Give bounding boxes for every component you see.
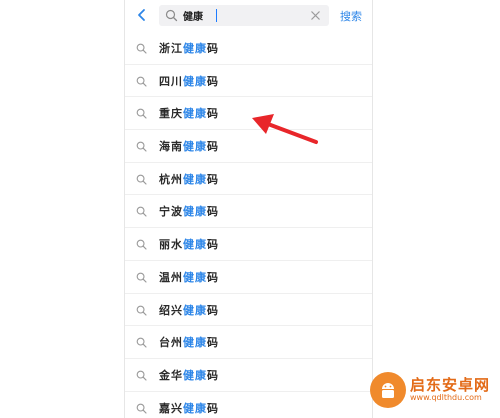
list-item[interactable]: 重庆健康码 [125,97,372,131]
list-item[interactable]: 海南健康码 [125,130,372,163]
search-icon [136,370,147,381]
suggestion-keyword: 健康 [183,336,207,350]
red-arrow-icon [252,114,318,144]
suggestion-keyword: 健康 [183,303,207,317]
suggestion-city: 温州 [159,270,183,284]
suggestion-suffix: 码 [207,42,219,55]
search-icon [136,141,147,152]
watermark-title: 启东安卓网 [410,376,491,395]
suggestion-city: 海南 [159,140,183,154]
search-icon [136,272,147,283]
suggestion-text: 嘉兴健康码 [159,400,219,416]
suggestion-keyword: 健康 [183,205,207,219]
suggestion-suffix: 码 [207,172,219,186]
suggestion-text: 重庆健康码 [159,105,219,121]
suggestion-keyword: 健康 [183,74,207,88]
suggestion-city: 丽水 [159,238,183,252]
search-input[interactable] [183,7,303,24]
suggestion-text: 丽水健康码 [159,236,219,252]
suggestion-keyword: 健康 [183,238,207,252]
suggestion-suffix: 码 [207,303,219,317]
suggestion-suffix: 码 [207,238,219,252]
list-item[interactable]: 绍兴健康码 [125,294,372,327]
search-icon [136,207,147,218]
search-icon [136,239,147,250]
suggestion-suffix: 码 [207,401,219,415]
suggestion-text: 杭州健康码 [159,171,219,187]
list-item[interactable]: 丽水健康码 [125,228,372,261]
search-icon [165,9,178,22]
suggestion-suffix: 码 [207,74,219,88]
search-icon [136,305,147,316]
suggestion-keyword: 健康 [183,368,207,382]
search-box[interactable] [159,5,329,26]
list-item[interactable]: 宁波健康码 [125,195,372,229]
search-icon [136,43,147,54]
search-icon [136,109,147,119]
list-item[interactable]: 浙江健康码 [125,32,372,65]
search-icon [136,76,147,87]
suggestion-text: 绍兴健康码 [159,302,219,318]
suggestion-keyword: 健康 [183,107,207,121]
suggestion-city: 四川 [159,74,183,88]
suggestion-city: 浙江 [159,42,183,55]
search-icon [136,174,147,185]
suggestion-text: 金华健康码 [159,367,219,383]
suggestion-text: 四川健康码 [159,73,219,89]
list-item[interactable]: 四川健康码 [125,65,372,98]
suggestion-text: 浙江健康码 [159,40,219,56]
list-item[interactable]: 杭州健康码 [125,163,372,196]
list-item[interactable]: 嘉兴健康码 [125,392,372,418]
suggestion-text: 海南健康码 [159,138,219,154]
list-item[interactable]: 台州健康码 [125,326,372,359]
suggestion-text: 温州健康码 [159,269,219,285]
list-item[interactable]: 金华健康码 [125,359,372,392]
suggestion-city: 宁波 [159,205,183,219]
suggestion-keyword: 健康 [183,140,207,154]
site-watermark: 启东安卓网 www.qdlthdu.com [370,368,492,412]
watermark-url: www.qdlthdu.com [410,392,482,402]
suggestion-city: 绍兴 [159,303,183,317]
suggestion-suffix: 码 [207,140,219,154]
suggestion-suffix: 码 [207,270,219,284]
screenshot-stage: 搜索 浙江健康码四川健康码重庆健康码海南健康码杭州健康码宁波健康码丽水健康码温州… [0,0,500,418]
suggestion-city: 嘉兴 [159,401,183,415]
close-icon[interactable] [310,10,321,21]
suggestion-text: 台州健康码 [159,334,219,350]
suggestion-text: 宁波健康码 [159,203,219,219]
search-submit-button[interactable]: 搜索 [340,8,362,24]
phone-screen: 搜索 浙江健康码四川健康码重庆健康码海南健康码杭州健康码宁波健康码丽水健康码温州… [124,0,373,418]
search-icon [136,337,147,348]
suggestion-suffix: 码 [207,205,219,219]
watermark-text: 启东安卓网 www.qdlthdu.com [410,377,490,402]
suggestion-city: 台州 [159,336,183,350]
suggestion-keyword: 健康 [183,401,207,415]
chevron-left-icon [138,9,145,21]
suggestion-city: 杭州 [159,172,183,186]
suggestion-keyword: 健康 [183,270,207,284]
suggestion-suffix: 码 [207,336,219,350]
watermark-logo-icon [370,372,406,408]
suggestion-list: 浙江健康码 四川健康码 重庆健康码 海南健康码 杭州健康码 宁波健康码 丽水健康码 温州健康码… [125,32,372,418]
search-icon [136,403,147,414]
text-caret [216,9,217,22]
back-button[interactable] [131,4,153,26]
list-item[interactable]: 温州健康码 [125,261,372,294]
suggestion-keyword: 健康 [183,42,207,55]
suggestion-city: 重庆 [159,107,183,121]
android-robot-icon [382,383,394,398]
search-header: 搜索 [125,0,372,32]
suggestion-suffix: 码 [207,107,219,121]
suggestion-keyword: 健康 [183,172,207,186]
suggestion-city: 金华 [159,368,183,382]
suggestion-suffix: 码 [207,368,219,382]
